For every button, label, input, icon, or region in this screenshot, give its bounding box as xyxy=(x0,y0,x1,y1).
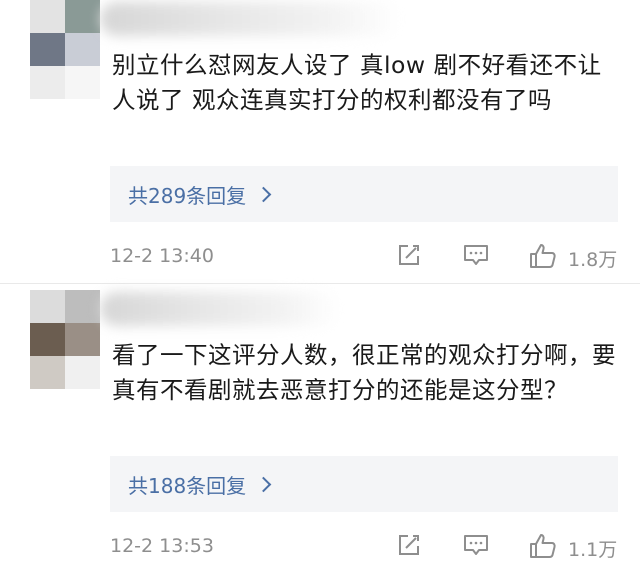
like-count: 1.1万 xyxy=(568,539,618,561)
view-replies-link[interactable]: 共289条回复 xyxy=(128,180,272,209)
edit-icon[interactable] xyxy=(396,532,422,558)
avatar[interactable] xyxy=(30,290,100,390)
replies-count-label: 共188条回复 xyxy=(128,473,247,498)
comment-item: 别立什么怼网友人设了 真low 剧不好看还不让人说了 观众连真实打分的权利都没有… xyxy=(0,0,640,284)
avatar[interactable] xyxy=(30,0,100,100)
comment-icon[interactable] xyxy=(462,242,490,268)
thumbs-up-icon[interactable] xyxy=(528,242,558,270)
reply-summary-box[interactable]: 共289条回复 xyxy=(110,166,618,222)
comment-text: 看了一下这评分人数，很正常的观众打分啊，要真有不看剧就去恶意打分的还能是这分型？ xyxy=(112,341,616,404)
thumbs-up-icon[interactable] xyxy=(528,532,558,560)
edit-icon[interactable] xyxy=(396,242,422,268)
comment-text: 别立什么怼网友人设了 真low 剧不好看还不让人说了 观众连真实打分的权利都没有… xyxy=(112,51,602,114)
comment-icon[interactable] xyxy=(462,532,490,558)
username-blurred[interactable] xyxy=(100,292,340,326)
comment-item: 看了一下这评分人数，很正常的观众打分啊，要真有不看剧就去恶意打分的还能是这分型？… xyxy=(0,284,640,574)
username-blurred[interactable] xyxy=(100,2,400,36)
chevron-right-icon xyxy=(255,186,272,203)
like-count: 1.8万 xyxy=(568,249,618,271)
comment-timestamp: 12-2 13:40 xyxy=(110,245,214,267)
comment-meta: 12-2 13:53 1.1万 xyxy=(110,529,630,563)
comment-meta: 12-2 13:40 1.8万 xyxy=(110,239,630,273)
reply-summary-box[interactable]: 共188条回复 xyxy=(110,456,618,512)
chevron-right-icon xyxy=(255,476,272,493)
view-replies-link[interactable]: 共188条回复 xyxy=(128,470,272,499)
comment-timestamp: 12-2 13:53 xyxy=(110,535,214,557)
replies-count-label: 共289条回复 xyxy=(128,183,247,208)
